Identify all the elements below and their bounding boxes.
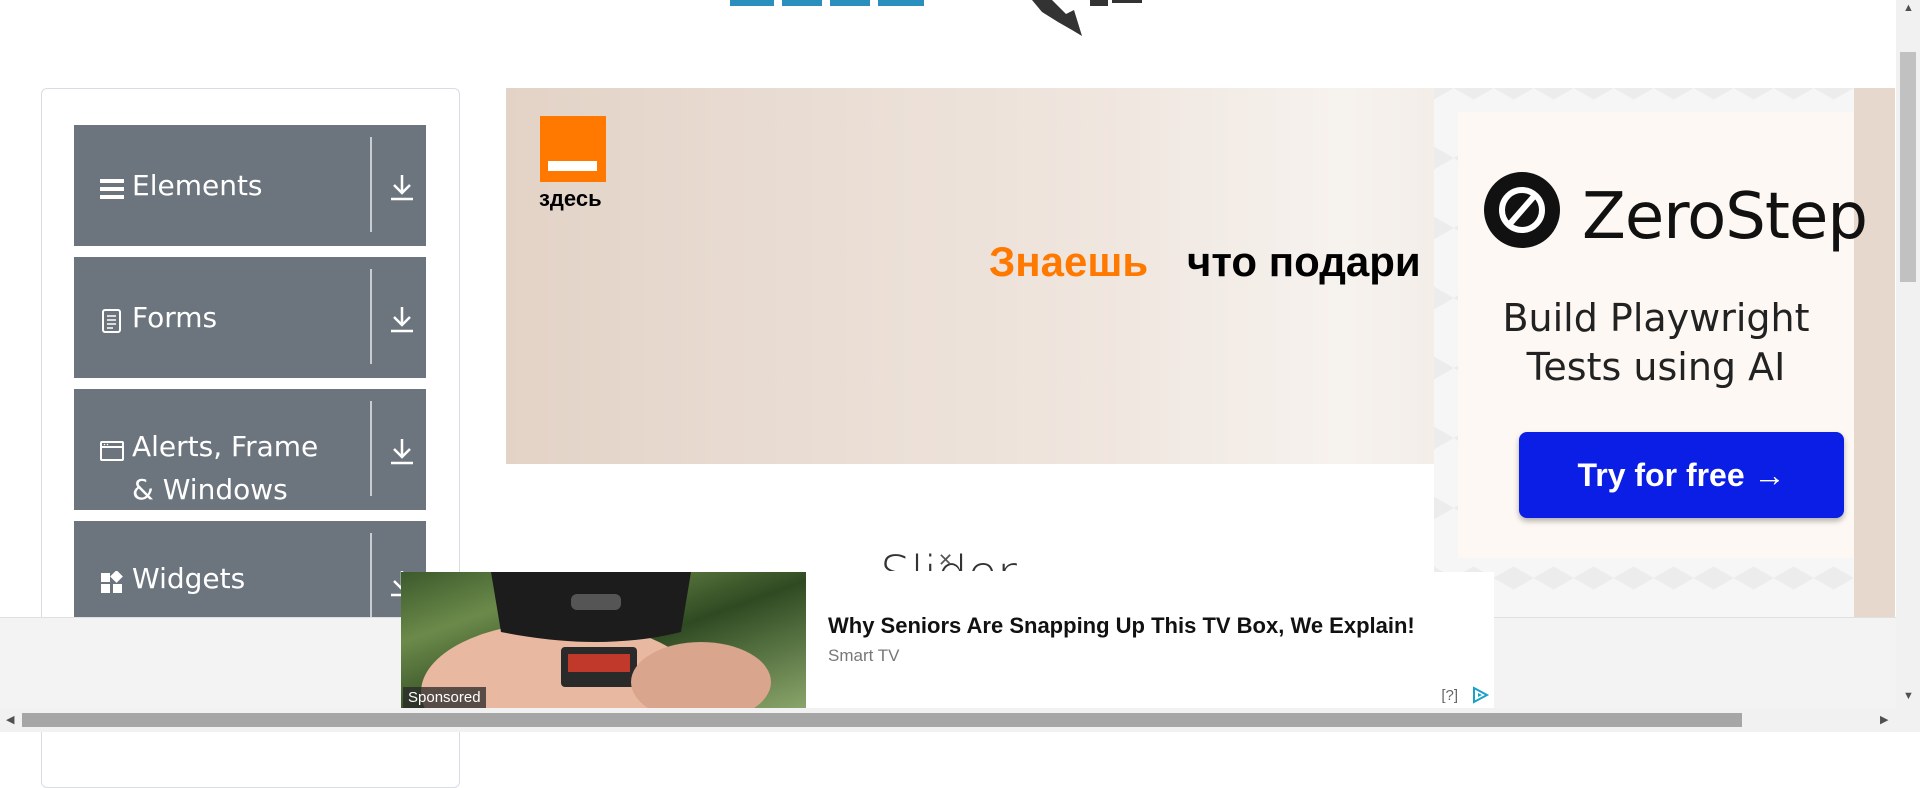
- sponsored-label: Sponsored: [403, 687, 486, 708]
- document-icon: [102, 309, 121, 333]
- horizontal-scrollbar[interactable]: ◀ ▶: [0, 708, 1920, 732]
- scroll-up-icon[interactable]: ▲: [1903, 2, 1914, 14]
- group-label: Widgets: [132, 562, 246, 595]
- download-arrow-icon[interactable]: [388, 172, 416, 202]
- adchoices-icon[interactable]: [1470, 686, 1490, 704]
- window-icon: [100, 441, 124, 461]
- ad-edge-strip: [1854, 88, 1895, 618]
- banner-headline-orange: Знаешь: [989, 238, 1149, 285]
- download-arrow-icon[interactable]: [388, 304, 416, 334]
- sticky-ad-image[interactable]: Sponsored: [401, 572, 806, 708]
- divider: [370, 401, 372, 496]
- ad-info-link[interactable]: [?]: [1441, 687, 1458, 704]
- try-for-free-button[interactable]: Try for free →: [1519, 432, 1844, 518]
- scroll-right-icon[interactable]: ▶: [1880, 713, 1888, 726]
- scroll-left-icon[interactable]: ◀: [6, 713, 14, 726]
- zerostep-ad[interactable]: ZeroStep Build Playwright Tests using AI…: [1434, 88, 1868, 618]
- group-elements[interactable]: Elements: [74, 125, 426, 246]
- vertical-scroll-thumb[interactable]: [1900, 52, 1916, 282]
- close-icon[interactable]: ✕: [938, 550, 953, 571]
- widgets-icon: [101, 571, 123, 593]
- sticky-ad-title[interactable]: Why Seniors Are Snapping Up This TV Box,…: [828, 613, 1415, 639]
- divider: [370, 533, 372, 628]
- zerostep-ad-card: ZeroStep Build Playwright Tests using AI…: [1458, 112, 1868, 558]
- zerostep-tagline: Build Playwright Tests using AI: [1502, 296, 1810, 389]
- sticky-ad[interactable]: Sponsored Why Seniors Are Snapping Up Th…: [401, 572, 1494, 708]
- sticky-ad-source[interactable]: Smart TV: [828, 646, 899, 666]
- orange-logo: [540, 116, 606, 182]
- group-label: Elements: [132, 169, 263, 202]
- group-alerts-frame-windows[interactable]: Alerts, Frame & Windows: [74, 389, 426, 510]
- horizontal-scroll-thumb[interactable]: [22, 713, 1742, 727]
- zerostep-logo-icon: [1484, 172, 1560, 248]
- download-arrow-icon[interactable]: [388, 436, 416, 466]
- site-logo[interactable]: [720, 0, 1200, 40]
- group-label: Alerts, Frame & Windows: [132, 430, 319, 506]
- group-forms[interactable]: Forms: [74, 257, 426, 378]
- banner-headline-black: что подари: [1187, 238, 1421, 285]
- group-label: Forms: [132, 301, 218, 334]
- divider: [370, 269, 372, 364]
- divider: [370, 137, 372, 232]
- scroll-down-icon[interactable]: ▼: [1903, 690, 1914, 702]
- hamburger-icon: [100, 179, 124, 199]
- zerostep-brand: ZeroStep: [1582, 180, 1868, 254]
- banner-brand-word: здесь: [539, 186, 602, 211]
- vertical-scrollbar[interactable]: ▲ ▼: [1896, 0, 1920, 708]
